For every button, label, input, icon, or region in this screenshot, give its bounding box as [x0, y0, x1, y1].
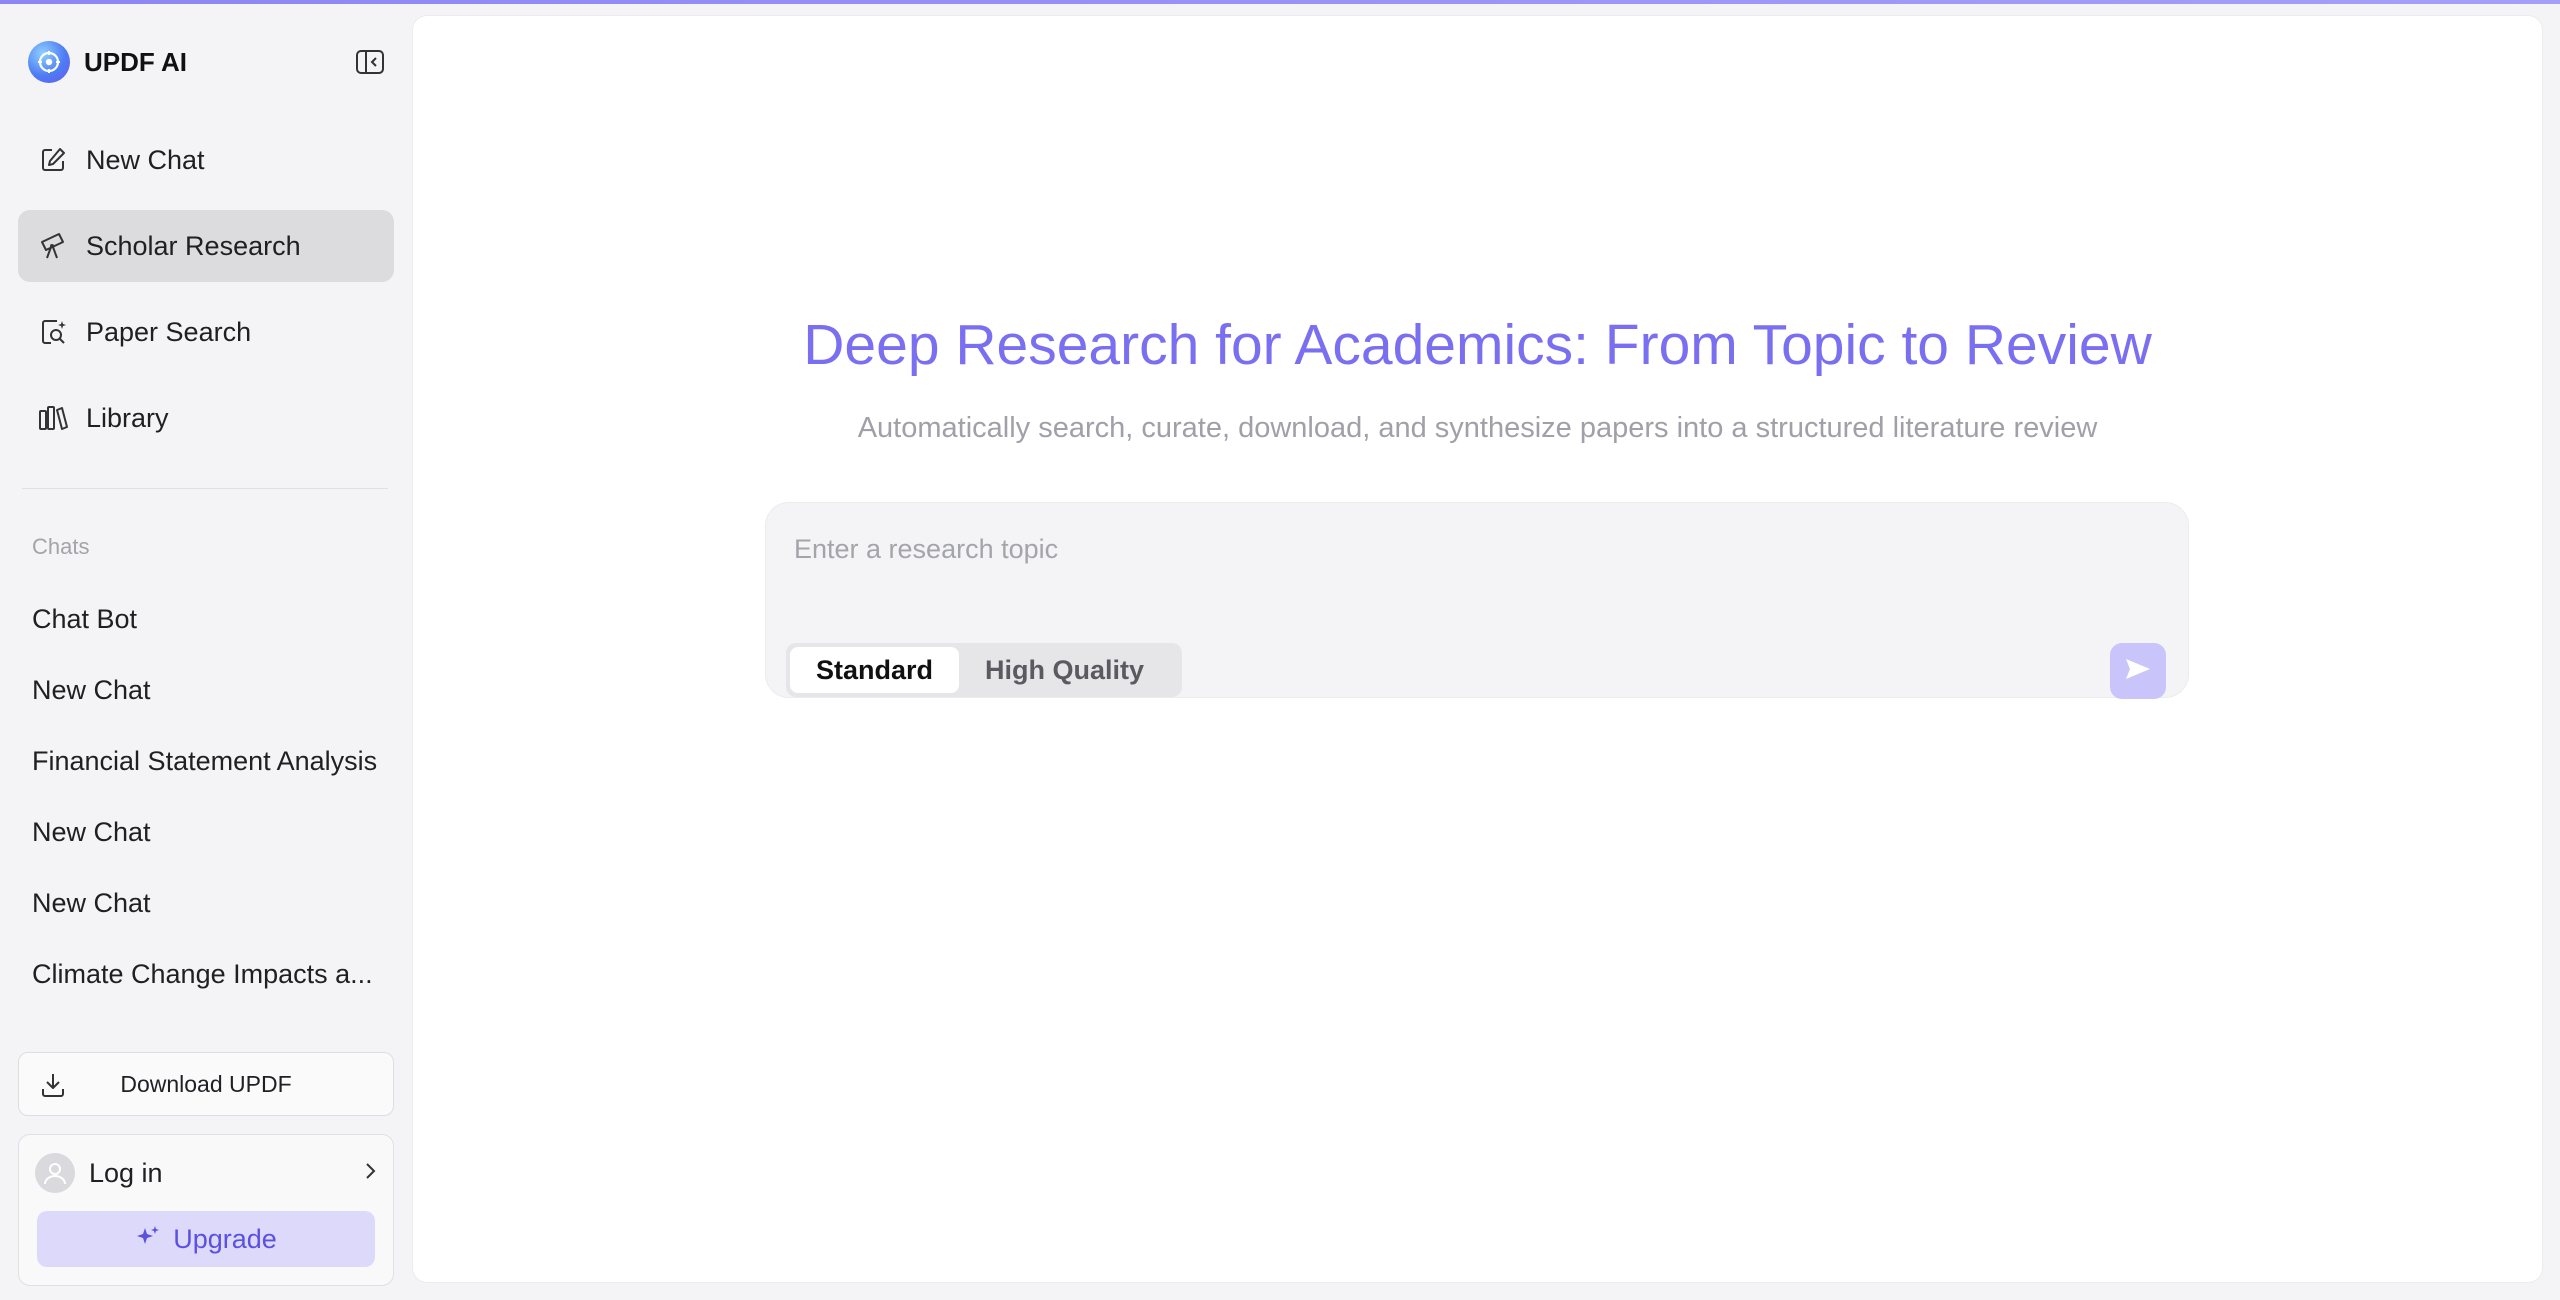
sparkle-icon	[135, 1223, 161, 1256]
chat-item[interactable]: New Chat	[32, 655, 382, 726]
telescope-icon	[36, 229, 70, 263]
hero-title: Deep Research for Academics: From Topic …	[803, 313, 2152, 377]
brand[interactable]: UPDF AI	[28, 40, 187, 84]
user-avatar-icon	[35, 1153, 75, 1193]
account-card: Log in Upgrade	[18, 1134, 394, 1286]
chevron-right-icon	[361, 1160, 379, 1187]
upgrade-label: Upgrade	[173, 1223, 277, 1254]
research-topic-input[interactable]	[794, 525, 2154, 573]
sidebar: UPDF AI New Chat Scholar Research Paper …	[0, 4, 410, 1300]
download-icon	[37, 1069, 69, 1101]
nav-label: Scholar Research	[86, 230, 301, 261]
nav-label: New Chat	[86, 144, 205, 175]
nav-item-scholar-research[interactable]: Scholar Research	[18, 210, 394, 282]
nav-item-library[interactable]: Library	[18, 382, 394, 454]
nav-label: Library	[86, 402, 169, 433]
download-label: Download UPDF	[120, 1070, 292, 1097]
chat-item[interactable]: Financial Statement Analysis	[32, 726, 382, 797]
chats-section-title: Chats	[32, 534, 90, 559]
doc-search-icon	[36, 315, 70, 349]
mode-high-quality-option[interactable]: High Quality	[959, 647, 1170, 693]
app-name: UPDF AI	[84, 46, 188, 77]
books-icon	[36, 401, 70, 435]
chat-item[interactable]: New Chat	[32, 797, 382, 868]
mode-standard-option[interactable]: Standard	[790, 647, 960, 693]
chat-item[interactable]: Chat Bot	[32, 584, 382, 655]
chat-item[interactable]: Climate Change Impacts a...	[32, 939, 382, 1010]
nav-item-new-chat[interactable]: New Chat	[18, 124, 394, 196]
hero-subtitle: Automatically search, curate, download, …	[857, 412, 2098, 444]
research-composer: Standard High Quality	[765, 502, 2189, 699]
chat-item[interactable]: New Chat	[32, 868, 382, 939]
sidebar-divider	[22, 488, 388, 489]
chat-list: Chat Bot New Chat Financial Statement An…	[32, 584, 382, 1010]
send-button[interactable]	[2110, 643, 2166, 699]
main-nav: New Chat Scholar Research Paper Search L…	[18, 124, 394, 468]
nav-item-paper-search[interactable]: Paper Search	[18, 296, 394, 368]
main-panel: Deep Research for Academics: From Topic …	[413, 16, 2542, 1282]
upgrade-button[interactable]: Upgrade	[37, 1211, 375, 1267]
download-updf-button[interactable]: Download UPDF	[18, 1052, 394, 1116]
quality-mode-toggle: Standard High Quality	[786, 643, 1182, 697]
sidebar-toggle-icon	[356, 50, 384, 74]
edit-icon	[36, 143, 70, 177]
nav-label: Paper Search	[86, 316, 252, 347]
login-label: Log in	[89, 1157, 163, 1188]
collapse-sidebar-button[interactable]	[354, 48, 386, 76]
send-arrow-icon	[2123, 656, 2153, 687]
login-row[interactable]: Log in	[35, 1151, 379, 1195]
updf-logo-icon	[28, 41, 70, 83]
